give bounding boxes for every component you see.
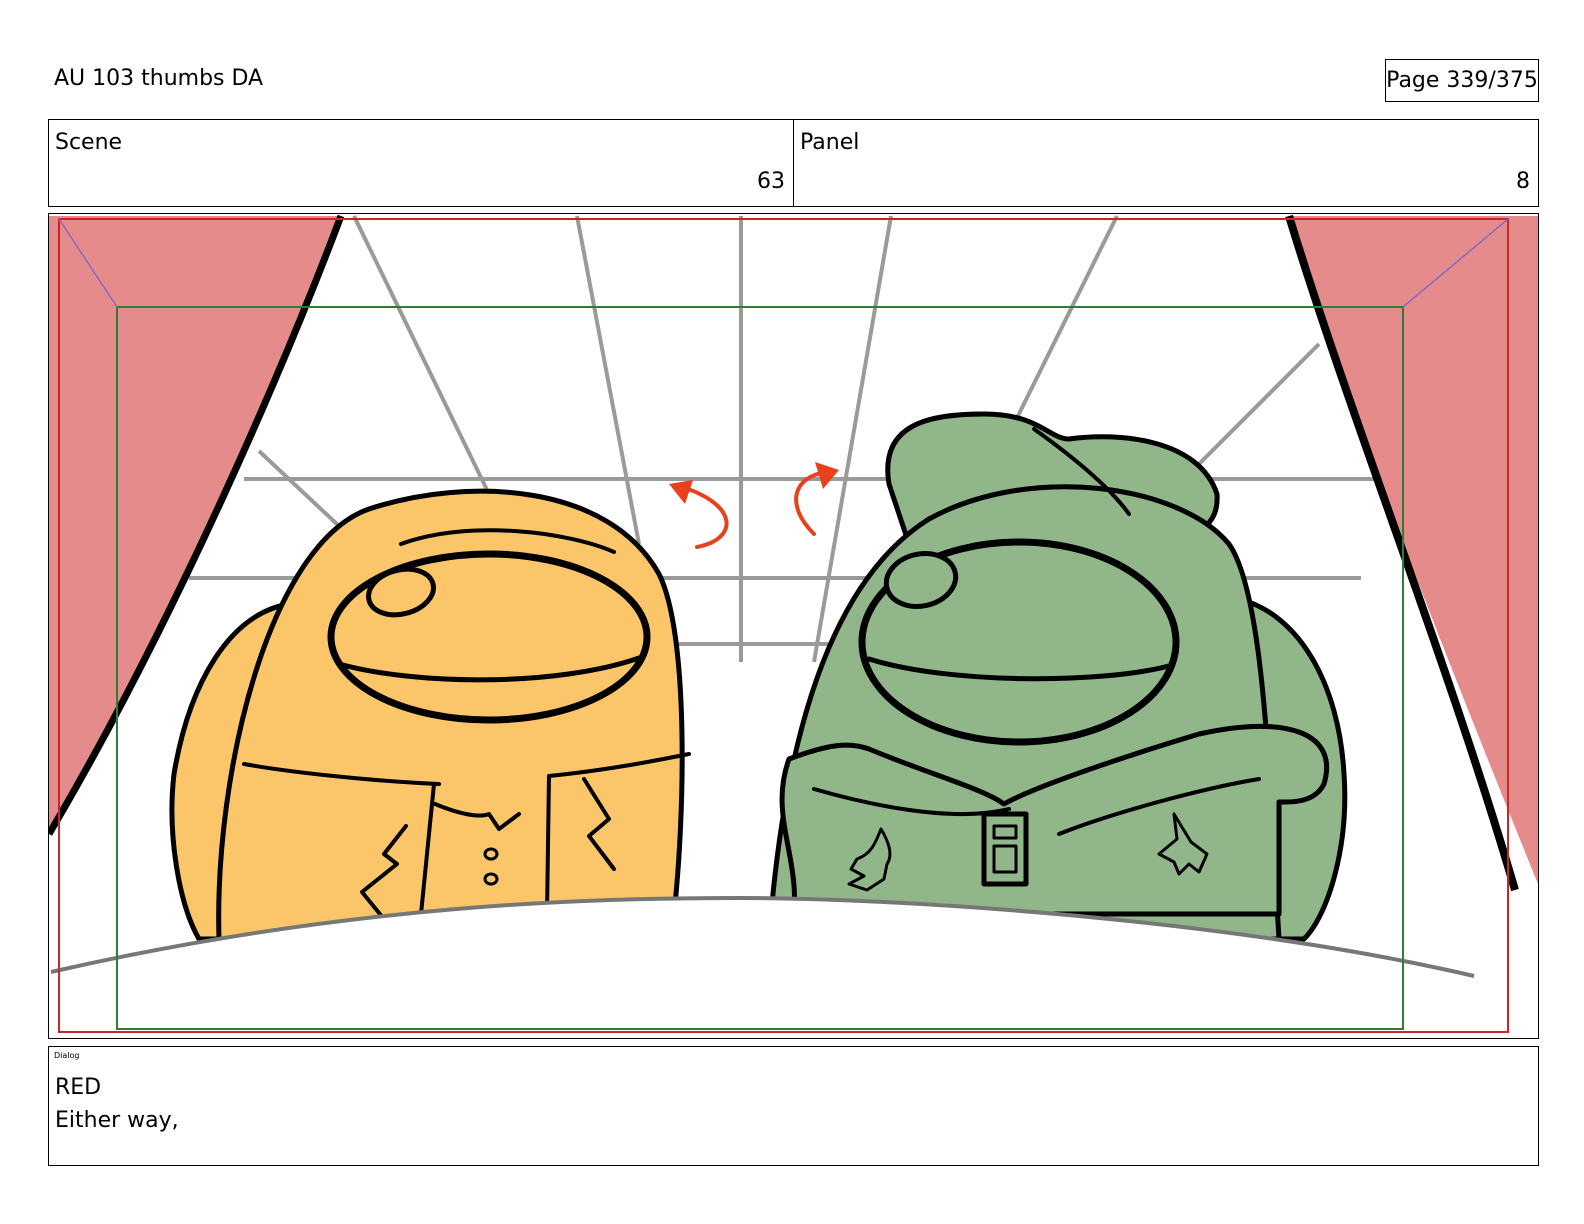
scene-panel-info: Scene 63 Panel 8 <box>48 119 1539 207</box>
dialog-text: RED Either way, <box>55 1071 179 1137</box>
scene-number: 63 <box>757 169 785 194</box>
document-title: AU 103 thumbs DA <box>54 66 264 91</box>
panel-label: Panel <box>800 130 860 155</box>
dialog-box: Dialog RED Either way, <box>48 1046 1539 1166</box>
turn-arrow-left-icon <box>669 480 729 549</box>
storyboard-panel <box>48 213 1539 1039</box>
dialog-line: Either way, <box>55 1108 179 1133</box>
scene-label: Scene <box>55 130 123 155</box>
turn-arrow-right-icon <box>794 462 839 536</box>
scene-cell: Scene 63 <box>49 120 793 206</box>
green-crewmate <box>766 411 1348 942</box>
page-number: Page 339/375 <box>1385 59 1539 102</box>
dialog-label: Dialog <box>54 1051 80 1060</box>
panel-number: 8 <box>1516 169 1530 194</box>
panel-artwork <box>49 214 1538 1038</box>
panel-cell: Panel 8 <box>793 120 1538 206</box>
orange-crewmate <box>169 488 691 942</box>
dialog-character: RED <box>55 1075 102 1100</box>
